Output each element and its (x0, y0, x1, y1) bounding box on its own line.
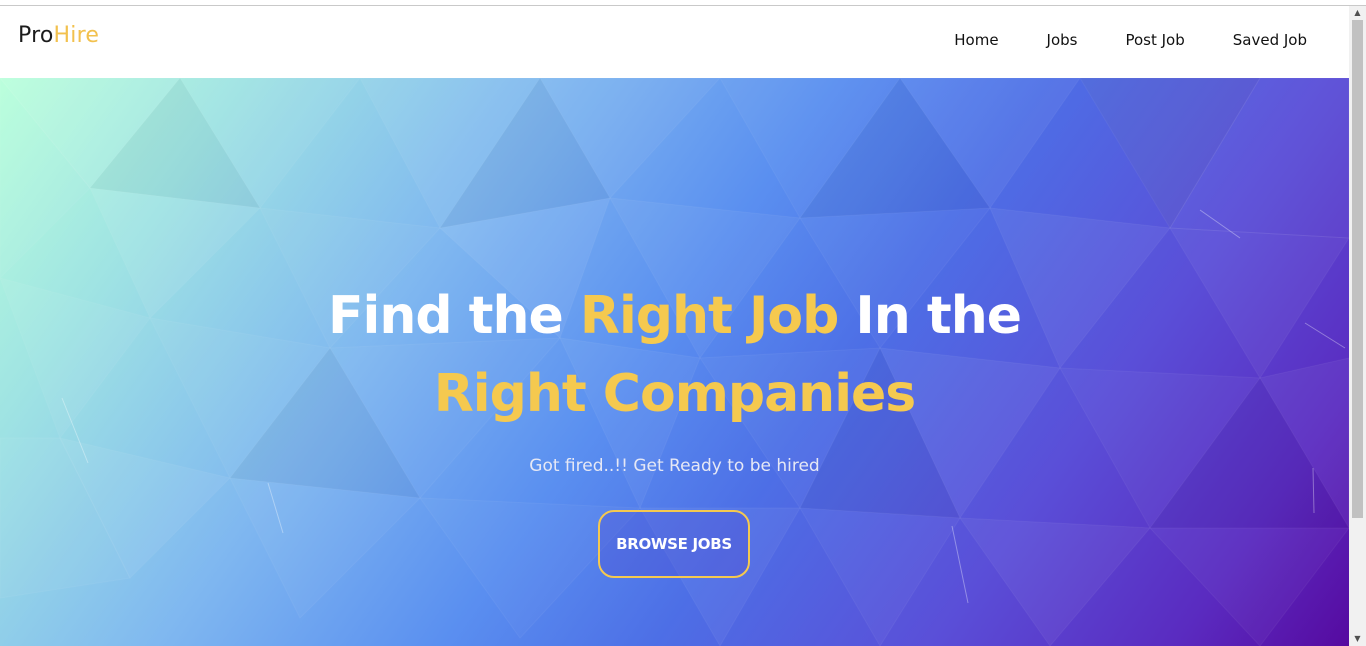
page: ProHire Home Jobs Post Job Saved Job Fin… (0, 0, 1366, 646)
brand-logo[interactable]: ProHire (18, 23, 99, 48)
triangle-down-icon[interactable]: ▼ (1349, 632, 1366, 646)
scrollbar-thumb[interactable] (1352, 20, 1363, 518)
triangle-up-icon[interactable]: ▲ (1349, 6, 1366, 20)
hero-subtitle: Got fired..!! Get Ready to be hired (529, 456, 820, 476)
nav-link-home[interactable]: Home (954, 31, 998, 49)
headline-highlight-right-job: Right Job (579, 286, 839, 346)
nav-links: Home Jobs Post Job Saved Job (954, 31, 1307, 49)
headline-part-1: Find the (327, 286, 580, 346)
nav-link-jobs[interactable]: Jobs (1047, 31, 1078, 49)
nav-link-post-job[interactable]: Post Job (1125, 31, 1184, 49)
vertical-scrollbar[interactable]: ▲ ▼ (1349, 6, 1366, 646)
brand-part-1: Pro (18, 23, 54, 48)
hero-section: Find the Right Job In the Right Companie… (0, 78, 1349, 646)
hero-headline-line-1: Find the Right Job In the (0, 290, 1349, 342)
hero-headline-line-2: Right Companies (433, 364, 917, 424)
navbar: ProHire Home Jobs Post Job Saved Job (0, 6, 1349, 78)
nav-link-saved-job[interactable]: Saved Job (1233, 31, 1307, 49)
hero-content: Find the Right Job In the Right Companie… (0, 78, 1349, 646)
browse-jobs-button[interactable]: BROWSE JOBS (598, 510, 750, 578)
headline-part-3: In the (838, 286, 1022, 346)
brand-part-2: Hire (53, 23, 100, 48)
